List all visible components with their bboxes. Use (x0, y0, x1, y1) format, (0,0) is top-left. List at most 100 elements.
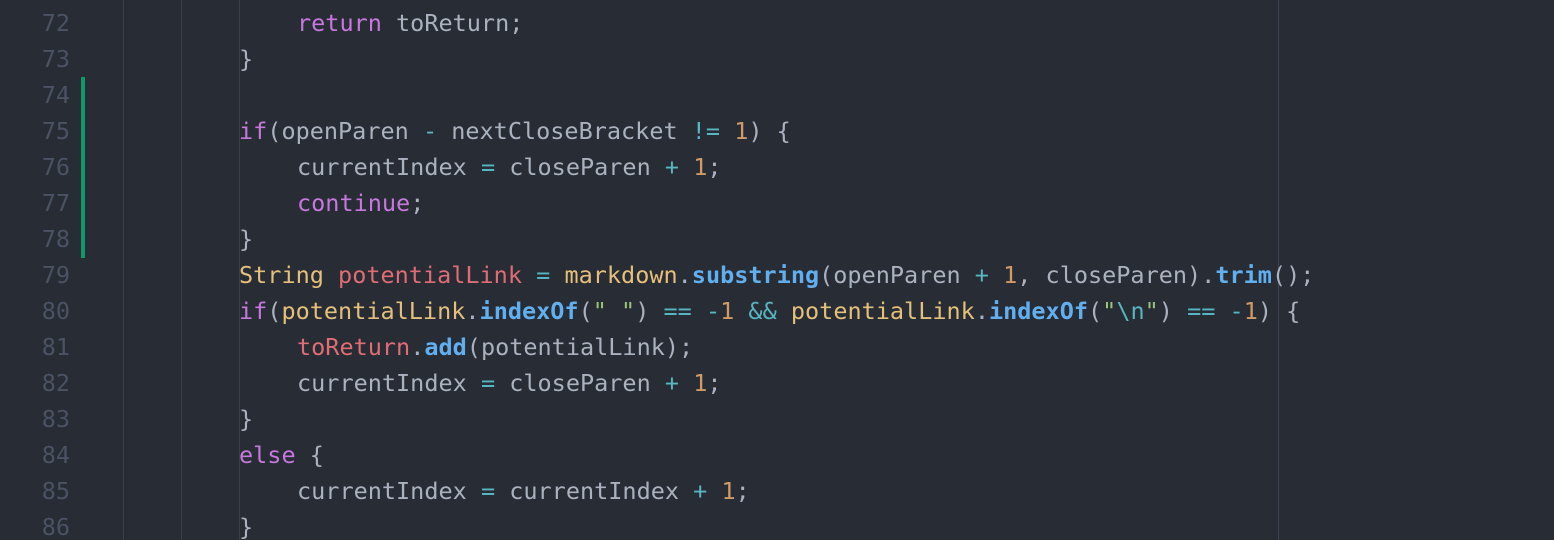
code-line[interactable]: 78} (0, 221, 1554, 257)
code-line[interactable]: 77 continue; (0, 185, 1554, 221)
code-line[interactable]: 84 else { (0, 437, 1554, 473)
code-token: ( (267, 297, 282, 325)
code-token: ( (1088, 297, 1103, 325)
line-number[interactable]: 86 (0, 509, 70, 540)
code-token: 1 (693, 369, 708, 397)
code-token: add (424, 333, 467, 361)
line-number[interactable]: 81 (0, 329, 70, 365)
code-text[interactable]: } (239, 509, 253, 540)
code-token: - (422, 117, 438, 145)
code-text[interactable]: currentIndex = closeParen + 1; (297, 149, 722, 185)
code-token: . (677, 261, 692, 289)
code-line[interactable]: 83} (0, 401, 1554, 437)
code-token: closeParen (495, 153, 665, 181)
code-text[interactable]: continue; (297, 185, 424, 221)
line-number[interactable]: 74 (0, 77, 70, 113)
line-number[interactable]: 80 (0, 293, 70, 329)
code-token: 1 (693, 153, 708, 181)
code-token: ; (707, 153, 722, 181)
code-token: 1 (734, 117, 749, 145)
code-text[interactable]: currentIndex = currentIndex + 1; (297, 473, 750, 509)
code-token: = (480, 477, 496, 505)
code-token: else (239, 441, 296, 469)
code-token: if (239, 297, 268, 325)
code-line[interactable]: 80 if(potentialLink.indexOf(" ") == -1 &&… (0, 293, 1554, 329)
code-text[interactable]: } (239, 401, 253, 437)
code-text[interactable]: String potentialLink = markdown.substrin… (239, 257, 1314, 293)
code-token: + (974, 261, 989, 289)
code-token: " (1144, 297, 1159, 325)
line-number[interactable]: 79 (0, 257, 70, 293)
code-line[interactable]: 76 currentIndex = closeParen + 1; (0, 149, 1554, 185)
code-line[interactable]: 74 (0, 77, 1554, 113)
code-line[interactable]: 81 toReturn.add(potentialLink); (0, 329, 1554, 365)
code-line[interactable]: 86} (0, 509, 1554, 540)
code-token: ; (707, 369, 722, 397)
code-token: ; (410, 189, 425, 217)
code-text[interactable]: } (239, 41, 253, 77)
line-number[interactable]: 78 (0, 221, 70, 257)
code-token: = (480, 369, 496, 397)
code-token: " " (592, 297, 636, 325)
code-text[interactable]: toReturn.add(potentialLink); (297, 329, 693, 365)
code-text[interactable]: if(potentialLink.indexOf(" ") == -1 && p… (239, 293, 1300, 329)
code-token: currentIndex (297, 369, 481, 397)
code-editor[interactable]: 72 return toReturn; 73} 74 75 if(openParen - … (0, 0, 1554, 540)
line-number[interactable]: 85 (0, 473, 70, 509)
code-token: nextCloseBracket (437, 117, 692, 145)
code-text[interactable]: currentIndex = closeParen + 1; (297, 365, 722, 401)
code-token: currentIndex (297, 477, 481, 505)
code-token: closeParen (495, 369, 665, 397)
line-number[interactable]: 75 (0, 113, 70, 149)
line-number[interactable]: 77 (0, 185, 70, 221)
code-token: , closeParen). (1017, 261, 1216, 289)
line-number[interactable]: 72 (0, 5, 70, 41)
code-token: continue (297, 189, 411, 217)
code-text[interactable]: if(openParen - nextCloseBracket != 1) { (239, 113, 791, 149)
line-number[interactable]: 83 (0, 401, 70, 437)
code-token: toReturn (297, 333, 411, 361)
code-token: 1 (1243, 297, 1258, 325)
code-text[interactable]: else { (239, 437, 324, 473)
code-token: . (465, 297, 480, 325)
code-token: toReturn; (381, 9, 524, 37)
code-token: ( (578, 297, 593, 325)
code-line[interactable]: 82 currentIndex = closeParen + 1; (0, 365, 1554, 401)
code-token: return (297, 9, 382, 37)
code-token: 1 (1003, 261, 1018, 289)
code-text[interactable]: } (239, 221, 253, 257)
code-token: trim (1215, 261, 1272, 289)
code-token: } (239, 45, 254, 73)
line-number[interactable]: 73 (0, 41, 70, 77)
code-token: } (239, 405, 254, 433)
code-token: currentIndex (297, 153, 481, 181)
code-line[interactable]: 73} (0, 41, 1554, 77)
code-token: potentialLink (790, 297, 975, 325)
code-token: indexOf (988, 297, 1089, 325)
code-token: " (1102, 297, 1117, 325)
code-token: - (705, 297, 721, 325)
code-token: currentIndex (495, 477, 694, 505)
code-token: = (536, 261, 551, 289)
code-line[interactable]: 75 if(openParen - nextCloseBracket != 1) … (0, 113, 1554, 149)
code-token: { (295, 441, 324, 469)
code-text[interactable]: return toReturn; (297, 5, 523, 41)
line-number[interactable]: 84 (0, 437, 70, 473)
code-token: . (410, 333, 425, 361)
line-number[interactable]: 76 (0, 149, 70, 185)
code-token: = (480, 153, 496, 181)
code-line[interactable]: 79 String potentialLink = markdown.substr… (0, 257, 1554, 293)
code-line[interactable]: 85 currentIndex = currentIndex + 1; (0, 473, 1554, 509)
code-token: if (239, 117, 268, 145)
code-line[interactable]: 72 return toReturn; (0, 5, 1554, 41)
code-token: (openParen (819, 261, 975, 289)
line-number[interactable]: 82 (0, 365, 70, 401)
code-token: . (974, 297, 989, 325)
